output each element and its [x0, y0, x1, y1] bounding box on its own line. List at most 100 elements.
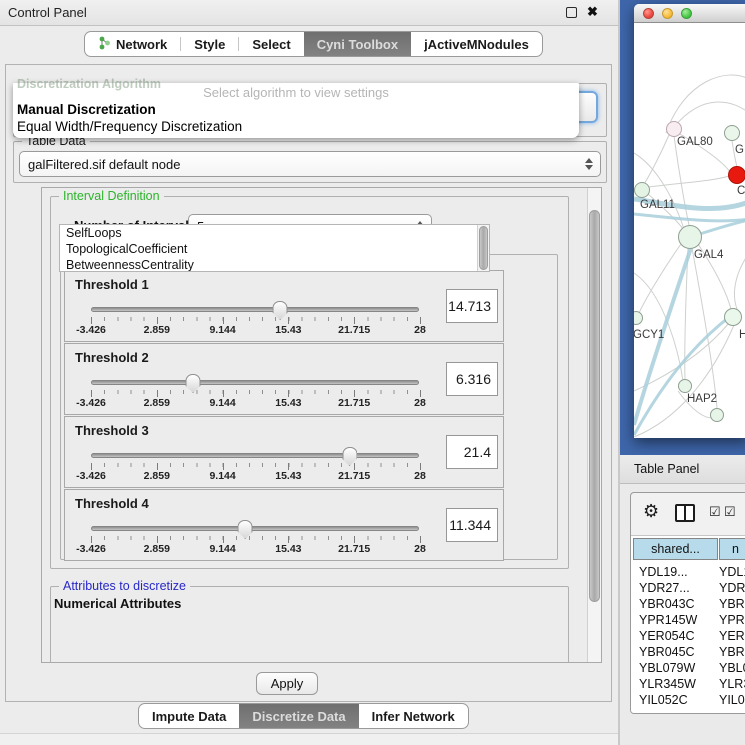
node-red-selected[interactable] — [728, 166, 745, 184]
list-item[interactable]: BetweennessCentrality — [60, 257, 489, 272]
list-scrollbar-thumb[interactable] — [479, 226, 488, 270]
settings-scrollbar-thumb[interactable] — [589, 210, 600, 602]
node-g[interactable] — [724, 125, 740, 141]
node-label: G — [735, 144, 744, 156]
threshold-3-value-field[interactable]: 21.4 — [446, 435, 498, 469]
table-row[interactable]: YPR145WYPR1 — [631, 612, 745, 628]
node-table: shared... n YDL19...YDL1 YDR27...YDR2 YB… — [631, 535, 745, 714]
node-h[interactable] — [724, 308, 742, 326]
control-panel-titlebar: Control Panel ✖ — [0, 0, 618, 26]
node-label: C — [737, 185, 745, 197]
threshold-2-tick-labels: -3.426 2.859 9.144 15.43 21.715 28 — [91, 397, 420, 409]
threshold-2-panel: Threshold 2 -3.426 2.859 9.144 15.43 21.… — [64, 343, 504, 415]
zoom-traffic-light-icon[interactable] — [681, 8, 692, 19]
list-scrollbar[interactable] — [477, 225, 489, 272]
table-row[interactable]: YER054CYER0 — [631, 628, 745, 644]
column-header-shared-name[interactable]: shared... — [633, 538, 718, 560]
tab-style-label: Style — [194, 37, 225, 52]
tab-style[interactable]: Style — [181, 32, 238, 56]
float-window-icon[interactable] — [566, 7, 577, 18]
minimize-traffic-light-icon[interactable] — [662, 8, 673, 19]
threshold-2-ticks — [91, 390, 420, 397]
numerical-attributes-title: Numerical Attributes — [54, 596, 181, 611]
panel-title: Control Panel — [8, 5, 87, 20]
threshold-4-panel: Threshold 4 -3.426 2.859 9.144 15.43 21.… — [64, 489, 504, 561]
checkbox-icon[interactable]: ☑ — [709, 504, 721, 520]
close-icon[interactable]: ✖ — [587, 4, 598, 20]
attributes-legend: Attributes to discretize — [59, 579, 190, 593]
numerical-attributes-list: SelfLoops TopologicalCoefficient Between… — [59, 224, 490, 272]
bottom-tab-bar: Impute Data Discretize Data Infer Networ… — [138, 703, 469, 729]
table-row[interactable]: YDR27...YDR2 — [631, 580, 745, 596]
tab-cyni-toolbox[interactable]: Cyni Toolbox — [304, 32, 411, 56]
table-panel-header: Table Panel — [620, 455, 745, 484]
tab-jactivemnodules-label: jActiveMNodules — [424, 37, 529, 52]
threshold-3-label: Threshold 3 — [75, 423, 149, 438]
settings-scrollpane: Interval Definition Number of Intervals … — [41, 187, 602, 663]
threshold-3-slider[interactable] — [91, 453, 419, 458]
apply-button[interactable]: Apply — [256, 672, 318, 695]
network-canvas[interactable]: GAL80 G C GAL11 GAL4 GCY1 H HAP2 — [634, 23, 745, 437]
checkbox-icon[interactable]: ☑ — [724, 504, 736, 520]
algorithm-option-equal-width[interactable]: Equal Width/Frequency Discretization — [13, 119, 579, 136]
node-gal4[interactable] — [678, 225, 702, 249]
node-gal80[interactable] — [666, 121, 682, 137]
discretization-algorithm-legend: Discretization Algorithm — [17, 77, 161, 91]
list-item[interactable]: SelfLoops — [60, 225, 489, 241]
node-label: GAL11 — [640, 199, 675, 211]
node-gal11[interactable] — [634, 182, 650, 198]
node-label: GAL80 — [677, 136, 713, 148]
table-row[interactable]: YIL052CYIL0 — [631, 692, 745, 708]
interval-definition-legend: Interval Definition — [59, 189, 164, 203]
tab-cyni-toolbox-label: Cyni Toolbox — [317, 37, 398, 52]
network-window: GAL80 G C GAL11 GAL4 GCY1 H HAP2 — [634, 4, 745, 438]
split-columns-icon[interactable] — [675, 504, 695, 522]
tab-select[interactable]: Select — [239, 32, 303, 56]
spinner-arrows-icon — [585, 158, 593, 170]
table-data-value: galFiltered.sif default node — [28, 157, 180, 172]
tab-select-label: Select — [252, 37, 290, 52]
node-label: GAL4 — [694, 249, 723, 261]
threshold-4-slider[interactable] — [91, 526, 419, 531]
settings-scrollbar[interactable] — [587, 188, 601, 663]
gear-icon[interactable]: ⚙ — [643, 501, 659, 522]
threshold-1-label: Threshold 1 — [75, 277, 149, 292]
table-panel-body: ⚙ ☑ ☑ shared... n YDL19...YDL1 YDR27...Y… — [620, 484, 745, 745]
threshold-2-value-field[interactable]: 6.316 — [446, 362, 498, 396]
table-data-combobox[interactable]: galFiltered.sif default node — [19, 151, 601, 177]
list-item[interactable]: TopologicalCoefficient — [60, 241, 489, 257]
table-panel-box: ⚙ ☑ ☑ shared... n YDL19...YDL1 YDR27...Y… — [630, 492, 745, 714]
algorithm-option-manual[interactable]: Manual Discretization — [13, 102, 579, 119]
threshold-1-value-field[interactable]: 14.713 — [446, 289, 498, 323]
network-icon — [98, 36, 111, 53]
table-row[interactable]: YBR043CYBR0 — [631, 596, 745, 612]
threshold-3-ticks — [91, 463, 420, 470]
tab-infer-network-label: Infer Network — [372, 709, 455, 724]
close-traffic-light-icon[interactable] — [643, 8, 654, 19]
tab-network-label: Network — [116, 37, 167, 52]
table-row[interactable]: YLR345WYLR3 — [631, 676, 745, 692]
cyni-toolbox-panel: Discretization Algorithm Select algorith… — [5, 64, 612, 702]
node-hap2[interactable] — [678, 379, 692, 393]
table-row[interactable]: YBR045CYBR0 — [631, 644, 745, 660]
tab-jactivemnodules[interactable]: jActiveMNodules — [411, 32, 542, 56]
threshold-1-tick-labels: -3.426 2.859 9.144 15.43 21.715 28 — [91, 324, 420, 336]
network-window-titlebar — [634, 4, 745, 23]
threshold-4-value-field[interactable]: 11.344 — [446, 508, 498, 542]
network-desktop: GAL80 G C GAL11 GAL4 GCY1 H HAP2 — [620, 0, 745, 455]
tab-discretize-data[interactable]: Discretize Data — [239, 704, 358, 728]
top-tab-bar: Network Style Select Cyni Toolbox jActiv… — [84, 31, 543, 57]
column-header-name[interactable]: n — [719, 538, 745, 560]
node-partial[interactable] — [710, 408, 724, 422]
tab-impute-data[interactable]: Impute Data — [139, 704, 239, 728]
table-row[interactable]: YBL079WYBL0 — [631, 660, 745, 676]
threshold-1-slider[interactable] — [91, 307, 419, 312]
control-panel-footer — [0, 733, 618, 745]
tab-infer-network[interactable]: Infer Network — [359, 704, 468, 728]
tab-network[interactable]: Network — [85, 32, 180, 56]
table-row[interactable]: YDL19...YDL1 — [631, 564, 745, 580]
threshold-1-ticks — [91, 317, 420, 324]
threshold-1-panel: Threshold 1 -3.426 2.859 9.144 15.43 21.… — [64, 270, 504, 342]
algorithm-dropdown-popup: Select algorithm to view settings Manual… — [13, 83, 579, 138]
threshold-2-slider[interactable] — [91, 380, 419, 385]
